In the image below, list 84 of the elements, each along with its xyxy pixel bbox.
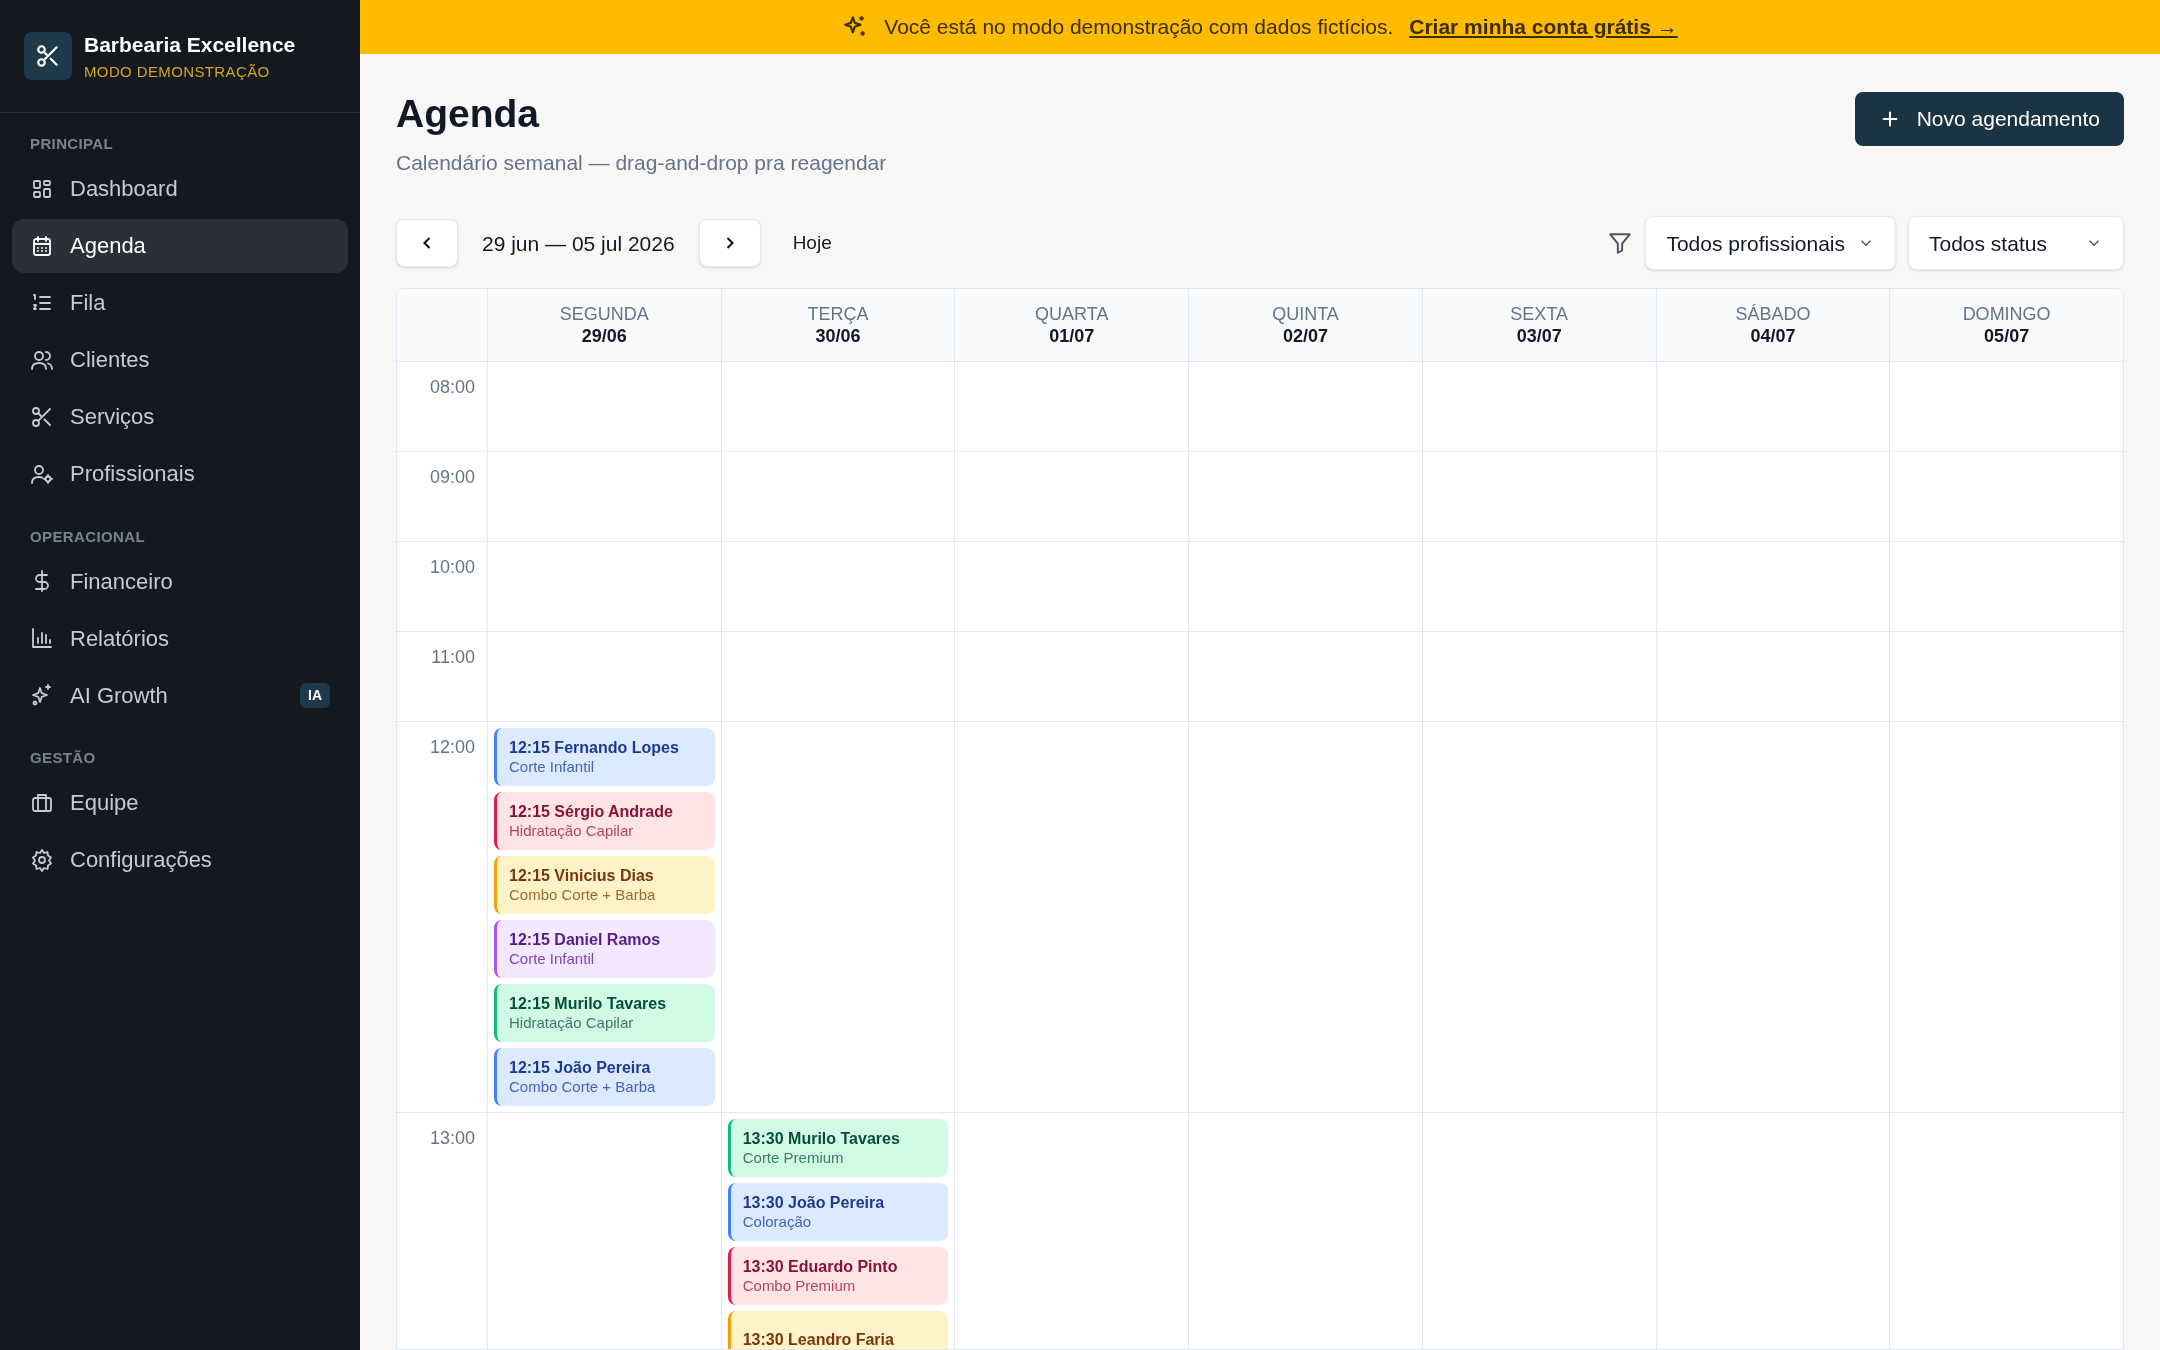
appointment-title: 13:30 Eduardo Pinto xyxy=(742,1256,899,1277)
sidebar-item[interactable]: Clientes xyxy=(12,332,348,387)
demo-mode-label: MODO DEMONSTRAÇÃO xyxy=(84,61,271,82)
today-button[interactable]: Hoje xyxy=(784,219,840,268)
appointment-card[interactable]: 13:30 Leandro Faria xyxy=(727,1311,949,1349)
appointment-service: Hidratação Capilar xyxy=(509,1013,635,1033)
appointment-service: Hidratação Capilar xyxy=(509,821,635,841)
appointment-card[interactable]: 13:30 Murilo Tavares Corte Premium xyxy=(727,1119,949,1178)
weekday-label: TERÇA xyxy=(807,302,869,326)
appointment-service: Combo Corte + Barba xyxy=(509,885,657,905)
sidebar-item[interactable]: Dashboard xyxy=(12,161,348,216)
appointment-card[interactable]: 12:15 João Pereira Combo Corte + Barba xyxy=(494,1048,715,1107)
section-heading: GESTÃO xyxy=(29,748,97,768)
appointment-card[interactable]: 12:15 Murilo Tavares Hidratação Capilar xyxy=(494,984,715,1043)
page-title: Agenda xyxy=(396,91,541,137)
calendar-icon xyxy=(30,233,54,258)
status-filter[interactable]: Todos status xyxy=(1908,216,2124,271)
sidebar-item[interactable]: Configurações xyxy=(12,832,348,887)
appointment-card[interactable]: 12:15 Fernando Lopes Corte Infantil xyxy=(494,728,715,787)
brand-name: Barbearia Excellence xyxy=(84,32,296,58)
appointment-service: Combo Premium xyxy=(742,1276,857,1296)
time-label: 12:00 xyxy=(429,736,475,760)
sidebar-item[interactable]: Relatórios xyxy=(12,611,348,665)
weekday-label: QUINTA xyxy=(1272,302,1339,326)
appointment-title: 12:15 Daniel Ramos xyxy=(509,929,662,950)
appointment-service: Combo Corte + Barba xyxy=(509,1077,657,1097)
create-account-link[interactable]: Criar minha conta grátis → xyxy=(1409,11,1678,43)
appointment-card[interactable]: 12:15 Sérgio Andrade Hidratação Capilar xyxy=(494,792,715,851)
sidebar-item[interactable]: Equipe xyxy=(12,775,348,830)
day-date: 01/07 xyxy=(1049,325,1095,348)
day-date: 05/07 xyxy=(1984,325,2030,348)
filter-icon xyxy=(1607,230,1634,257)
day-date: 30/06 xyxy=(815,325,861,348)
date-range: 29 jun — 05 jul 2026 xyxy=(482,230,675,257)
appointment-card[interactable]: 12:15 Vinicius Dias Combo Corte + Barba xyxy=(494,856,715,915)
sidebar-item[interactable]: Profissionais xyxy=(12,446,348,501)
appointment-card[interactable]: 13:30 João Pereira Coloração xyxy=(727,1183,949,1242)
weekday-label: SÁBADO xyxy=(1735,302,1811,326)
sidebar-item[interactable]: AI Growth IA xyxy=(12,668,348,722)
page-subtitle: Calendário semanal — drag-and-drop pra reagendar xyxy=(396,149,887,176)
day-date: 04/07 xyxy=(1750,325,1796,348)
weekday-label: SEGUNDA xyxy=(559,302,649,326)
sidebar-item[interactable]: Fila xyxy=(12,275,348,330)
sidebar-item[interactable]: Financeiro xyxy=(12,554,348,608)
sidebar-item[interactable]: Agenda xyxy=(12,218,348,273)
appointment-title: 12:15 Sérgio Andrade xyxy=(509,801,674,822)
demo-banner-text: Você está no modo demonstração com dados fictícios. xyxy=(884,14,1394,41)
professional-filter[interactable]: Todos profissionais xyxy=(1645,216,1896,271)
appointment-card[interactable]: 13:30 Eduardo Pinto Combo Premium xyxy=(727,1247,949,1306)
scissors-icon xyxy=(30,404,54,429)
weekday-label: QUARTA xyxy=(1035,302,1109,326)
weekday-label: DOMINGO xyxy=(1962,302,2051,326)
ai-badge: IA xyxy=(300,682,330,708)
appointment-title: 12:15 Fernando Lopes xyxy=(509,737,680,758)
time-label: 13:00 xyxy=(429,1127,475,1151)
new-appointment-button[interactable]: Novo agendamento xyxy=(1854,92,2124,146)
day-date: 03/07 xyxy=(1516,325,1562,348)
appointment-card[interactable]: 12:15 Daniel Ramos Corte Infantil xyxy=(494,920,715,979)
time-label: 08:00 xyxy=(429,376,475,400)
appointment-title: 12:15 João Pereira xyxy=(509,1057,652,1078)
appointment-service: Corte Infantil xyxy=(509,757,596,777)
sidebar-item[interactable]: Serviços xyxy=(12,389,348,444)
settings-icon xyxy=(30,847,54,872)
sparkles-icon xyxy=(30,683,54,707)
appointment-title: 13:30 Murilo Tavares xyxy=(742,1128,901,1149)
section-heading: OPERACIONAL xyxy=(29,526,146,547)
appointment-title: 13:30 João Pereira xyxy=(742,1192,886,1213)
bar-chart-icon xyxy=(30,626,54,650)
appointment-title: 12:15 Vinicius Dias xyxy=(509,865,655,886)
time-label: 09:00 xyxy=(429,466,475,490)
appointment-title: 13:30 Leandro Faria xyxy=(742,1330,895,1349)
weekday-label: SEXTA xyxy=(1510,302,1569,326)
next-week-button[interactable] xyxy=(698,219,761,268)
time-label: 10:00 xyxy=(429,556,475,580)
day-date: 29/06 xyxy=(581,325,627,348)
time-label: 11:00 xyxy=(431,646,475,670)
appointment-service: Corte Premium xyxy=(742,1148,845,1168)
appointment-service: Corte Infantil xyxy=(509,949,596,969)
appointment-service: Coloração xyxy=(742,1212,813,1232)
previous-week-button[interactable] xyxy=(396,219,458,268)
scissors-logo-icon xyxy=(24,32,72,80)
appointment-title: 12:15 Murilo Tavares xyxy=(509,993,668,1014)
day-date: 02/07 xyxy=(1282,325,1328,348)
section-heading: PRINCIPAL xyxy=(29,134,115,154)
